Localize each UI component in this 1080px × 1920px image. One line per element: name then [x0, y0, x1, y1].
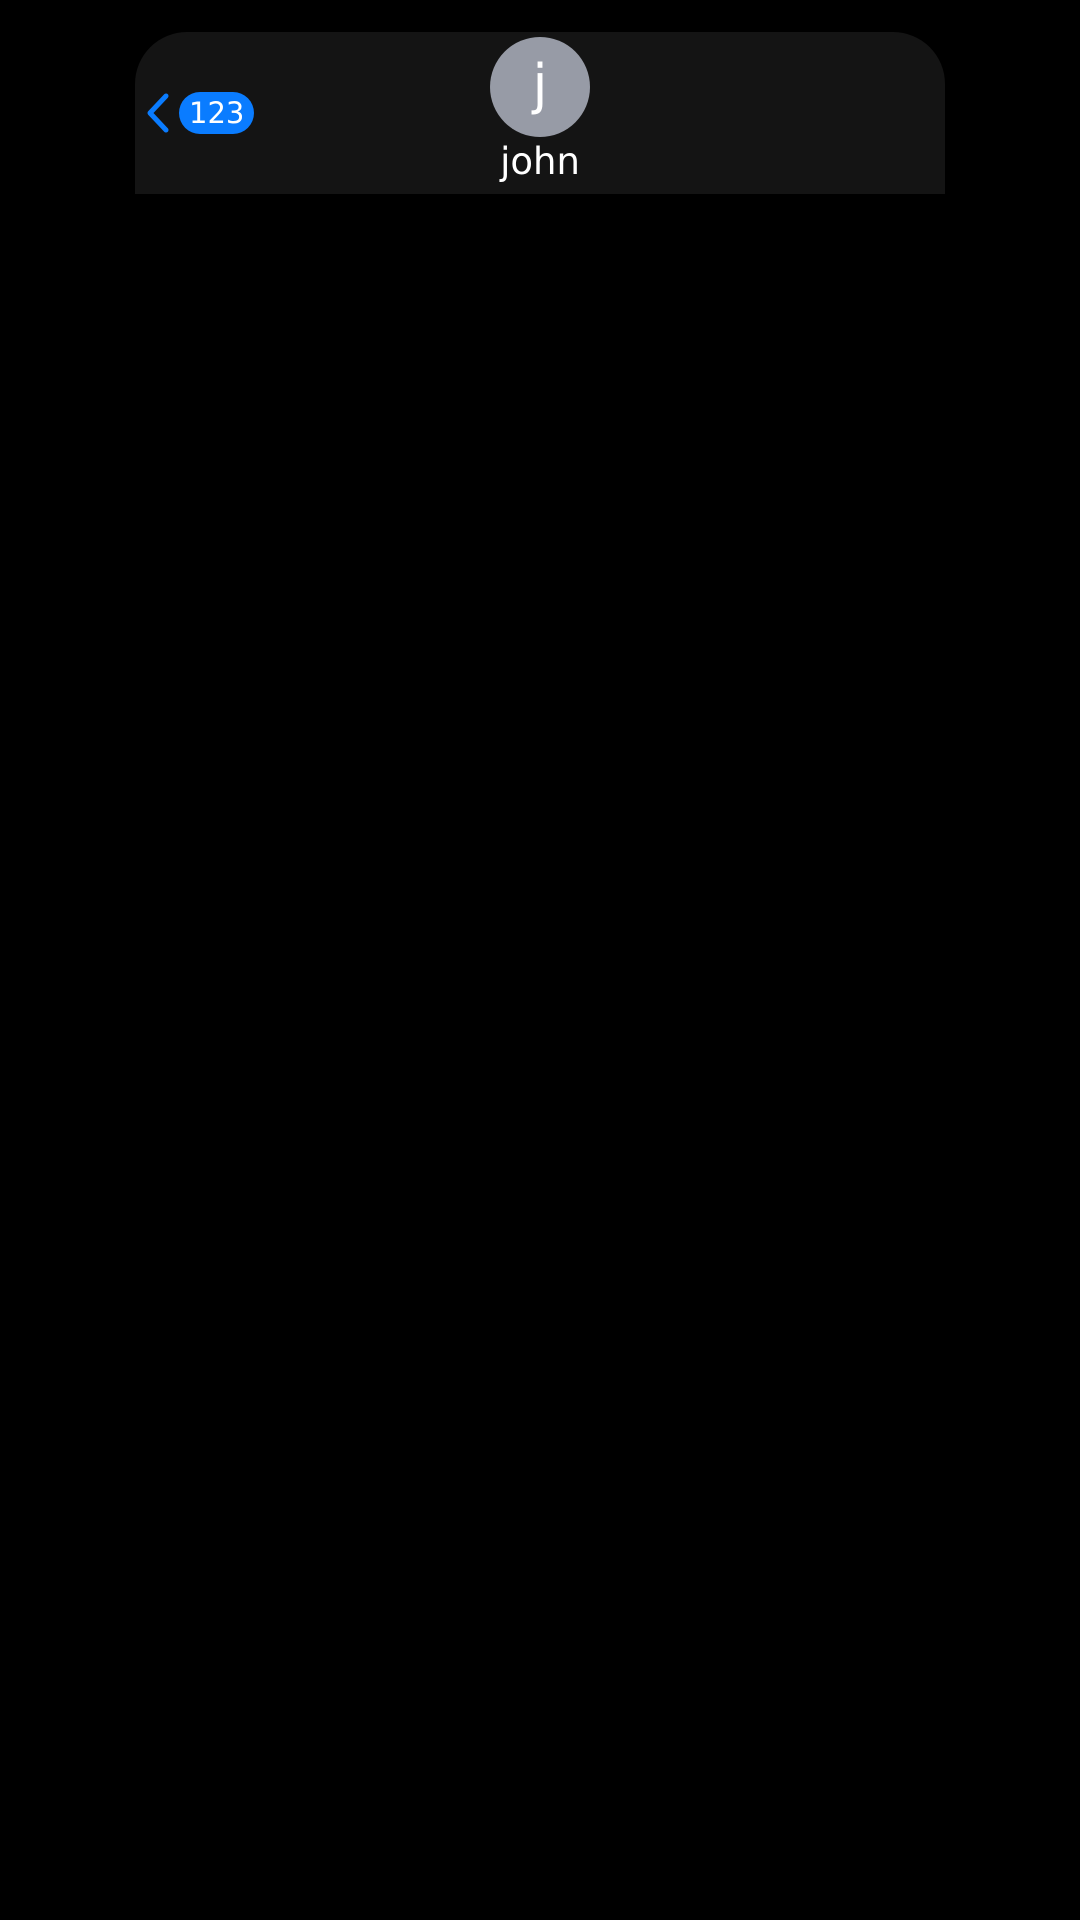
chevron-left-icon: [147, 93, 169, 133]
message-list: [0, 194, 1080, 1920]
unread-count-badge: 123: [179, 92, 255, 134]
messages-screen: 123 j john: [0, 0, 1080, 1920]
avatar[interactable]: j: [490, 37, 590, 137]
avatar-initial: j: [532, 53, 548, 116]
back-button[interactable]: 123: [143, 92, 255, 134]
contact-name[interactable]: john: [135, 140, 945, 184]
conversation-header: 123 j john: [135, 32, 945, 194]
